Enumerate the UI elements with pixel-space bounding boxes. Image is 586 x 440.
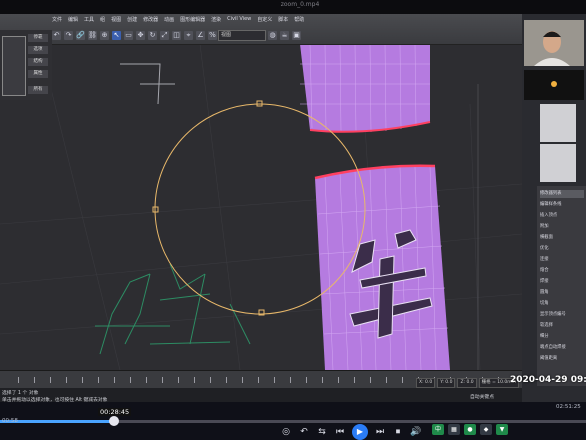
menu-item[interactable]: 文件 xyxy=(52,16,62,25)
next-icon[interactable]: ⏭ xyxy=(374,426,386,438)
recording-timestamp: 2020-04-29 09:23:46 xyxy=(510,375,586,385)
tray-app-icon[interactable]: ▦ xyxy=(448,424,460,435)
modifier-item[interactable]: 切角 xyxy=(540,300,584,308)
menu-item[interactable]: 动画 xyxy=(164,16,174,25)
total-time: 02:51:25 xyxy=(556,404,581,410)
volume-icon[interactable]: 🔊 xyxy=(410,426,422,438)
unlink-icon[interactable]: ⛓ xyxy=(88,30,97,40)
left-panel-button[interactable]: 所有 xyxy=(28,86,48,94)
system-tray: 中 ▦ ● ◆ ▼ xyxy=(432,424,508,435)
modifier-item[interactable]: 软选择 xyxy=(540,322,584,330)
webcam-view xyxy=(524,20,584,66)
modifier-item[interactable]: 熔合 xyxy=(540,267,584,275)
view-icon[interactable]: ◫ xyxy=(172,30,181,40)
rotate-icon[interactable]: ↻ xyxy=(148,30,157,40)
modifier-item[interactable]: 修改器列表 xyxy=(540,190,584,198)
cylinder-main xyxy=(314,164,450,370)
modifier-item[interactable]: 编辑样条线 xyxy=(540,201,584,209)
move-icon[interactable]: ✥ xyxy=(136,30,145,40)
participant-tile[interactable] xyxy=(540,144,576,182)
video-title: zoom_0.mp4 xyxy=(280,1,320,8)
y-field[interactable]: Y: 0.0 xyxy=(437,378,456,388)
undo-icon[interactable]: ↶ xyxy=(52,30,61,40)
link-icon[interactable]: 🔗 xyxy=(76,30,85,40)
current-time: 00:58 xyxy=(2,418,18,424)
select-icon[interactable]: ↖ xyxy=(112,30,121,40)
left-panel-button[interactable]: 停靠 xyxy=(28,34,48,42)
x-field[interactable]: X: 0.0 xyxy=(416,378,436,388)
menu-item[interactable]: 渲染 xyxy=(211,16,221,25)
status-selection: 选择了 1 个 对象 xyxy=(2,391,39,396)
left-panel-button[interactable]: 属性 xyxy=(28,70,48,78)
menu-item[interactable]: 工具 xyxy=(84,16,94,25)
viewport-scene[interactable] xyxy=(0,44,522,370)
modifier-item[interactable]: 端点自动焊接 xyxy=(540,344,584,352)
ime-icon[interactable]: 中 xyxy=(432,424,444,435)
auto-key-button[interactable]: 自动关键点 xyxy=(470,393,494,400)
menu-item[interactable]: 帮助 xyxy=(294,16,304,25)
rewind-icon[interactable]: ↶ xyxy=(298,426,310,438)
modifier-item[interactable]: 细分 xyxy=(540,333,584,341)
menu-item[interactable]: 自定义 xyxy=(257,16,272,25)
region-select-icon[interactable]: ▭ xyxy=(124,30,133,40)
menu-bar: 文件 编辑 工具组视图 创建 修改器 动画 图形编辑器 渲染 Civil View 自定义 脚本 帮助 xyxy=(52,16,304,25)
menu-item[interactable]: 编辑 xyxy=(68,16,78,25)
modifier-item[interactable]: 横截面 xyxy=(540,234,584,242)
render-frame-icon[interactable]: ▣ xyxy=(292,30,301,40)
left-panel-button[interactable]: 结构 xyxy=(28,58,48,66)
menu-item[interactable]: 修改器 xyxy=(143,16,158,25)
left-panel-button[interactable]: 选项 xyxy=(28,46,48,54)
modifier-item[interactable]: 圆角 xyxy=(540,289,584,297)
modifier-item[interactable]: 焊接 xyxy=(540,278,584,286)
menu-item[interactable]: 创建 xyxy=(127,16,137,25)
snap-icon[interactable]: ⌖ xyxy=(184,30,193,40)
playback-controls: ◎ ↶ ⇆ ⏮ ▶ ⏭ ⏹ 🔊 xyxy=(280,424,422,440)
menu-item[interactable]: 脚本 xyxy=(278,16,288,25)
scene-explorer-list[interactable] xyxy=(2,36,26,96)
ghost-text xyxy=(120,63,175,105)
scale-icon[interactable]: ⤢ xyxy=(160,30,169,40)
webcam-person xyxy=(524,20,584,66)
modifier-item[interactable]: 阈值距离 xyxy=(540,355,584,363)
angle-snap-icon[interactable]: ∠ xyxy=(196,30,205,40)
settings-icon[interactable]: ⇆ xyxy=(316,426,328,438)
cylinder-top xyxy=(300,44,431,133)
candle-video xyxy=(551,81,557,87)
menu-item[interactable]: 组 xyxy=(100,16,105,25)
play-button[interactable]: ▶ xyxy=(352,424,368,440)
z-field[interactable]: Z: 0.0 xyxy=(457,378,477,388)
coordinate-fields: X: 0.0 Y: 0.0 Z: 0.0 栅格 = 10.0mm xyxy=(416,378,520,388)
redo-icon[interactable]: ↷ xyxy=(64,30,73,40)
tray-app-icon[interactable]: ◆ xyxy=(480,424,492,435)
participant-video xyxy=(524,70,584,100)
modifier-item[interactable]: 显示顶点编号 xyxy=(540,311,584,319)
hover-time-tooltip: 00:28:45 xyxy=(98,408,132,416)
wechat-icon[interactable]: ● xyxy=(464,424,476,435)
menu-item[interactable]: Civil View xyxy=(227,16,251,25)
menu-item[interactable]: 视图 xyxy=(111,16,121,25)
bind-icon[interactable]: ⊕ xyxy=(100,30,109,40)
modifier-item[interactable]: 插入顶点 xyxy=(540,212,584,220)
menu-item[interactable]: 图形编辑器 xyxy=(180,16,205,25)
screenshot-icon[interactable]: ◎ xyxy=(280,426,292,438)
modifier-item[interactable]: 附加 xyxy=(540,223,584,231)
material-icon[interactable]: ◍ xyxy=(268,30,277,40)
viewport-dropdown[interactable]: 视图 xyxy=(218,30,266,41)
participant-tile[interactable] xyxy=(540,104,576,142)
percent-snap-icon[interactable]: % xyxy=(208,30,217,40)
modifier-item[interactable]: 优化 xyxy=(540,245,584,253)
render-icon[interactable]: ☕ xyxy=(280,30,289,40)
previous-icon[interactable]: ⏮ xyxy=(334,426,346,438)
modifier-item[interactable]: 连接 xyxy=(540,256,584,264)
tray-app-icon[interactable]: ▼ xyxy=(496,424,508,435)
stop-icon[interactable]: ⏹ xyxy=(392,426,404,438)
